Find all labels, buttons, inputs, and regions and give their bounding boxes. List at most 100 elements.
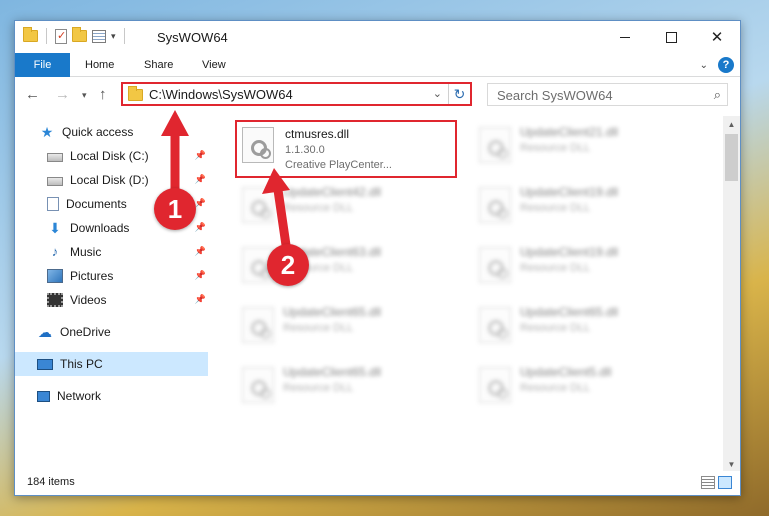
nav-item-local-disk-d[interactable]: Local Disk (D:) 📌 (47, 168, 208, 192)
toolbar-divider (46, 28, 47, 44)
navigation-pane: ★ Quick access Local Disk (C:) 📌 Local D… (15, 116, 215, 466)
tiles-view-icon[interactable] (718, 476, 732, 489)
scroll-up-arrow-icon[interactable]: ▲ (723, 116, 740, 133)
file-tile-highlighted[interactable]: ctmusres.dll 1.1.30.0 Creative PlayCente… (235, 120, 457, 178)
quick-access-toolbar: ▾ (23, 27, 128, 44)
vertical-scrollbar[interactable]: ▲ ▼ (723, 116, 740, 473)
step-1-badge: 1 (154, 188, 196, 230)
title-bar: ▾ SysWOW64 ✕ (15, 21, 740, 53)
folder-icon (23, 27, 38, 42)
nav-item-label: Quick access (62, 125, 134, 139)
expand-ribbon-chevron-icon[interactable]: ⌄ (700, 60, 708, 71)
nav-item-music[interactable]: ♪ Music 📌 (47, 240, 208, 264)
dll-file-icon (242, 187, 274, 223)
recent-locations-chevron-icon[interactable]: ▾ (82, 90, 87, 101)
tab-file[interactable]: File (15, 53, 70, 77)
pin-icon: 📌 (194, 174, 206, 184)
item-count: 184 items (27, 476, 75, 488)
forward-arrow-icon[interactable]: → (55, 86, 70, 103)
dll-file-icon (479, 247, 511, 283)
nav-item-label: This PC (60, 357, 103, 371)
file-name: UpdateClient65.dll (283, 365, 382, 379)
status-bar: 184 items (15, 471, 740, 495)
nav-item-network[interactable]: Network (37, 384, 208, 408)
search-box[interactable]: Search SysWOW64 ⌕ (487, 83, 728, 106)
pin-icon: 📌 (194, 270, 206, 280)
properties-icon[interactable] (55, 28, 67, 44)
nav-item-pictures[interactable]: Pictures 📌 (47, 264, 208, 288)
nav-item-quick-access[interactable]: ★ Quick access (39, 120, 208, 144)
file-type: Resource DLL (520, 142, 591, 154)
nav-item-label: OneDrive (60, 325, 111, 339)
dll-file-icon (242, 367, 274, 403)
file-name: UpdateClient65.dll (520, 305, 619, 319)
nav-item-onedrive[interactable]: ☁ OneDrive (37, 320, 208, 344)
folder-icon (128, 86, 143, 101)
music-icon: ♪ (51, 244, 59, 259)
disk-icon (47, 153, 63, 162)
tab-view[interactable]: View (202, 53, 226, 77)
step-2-badge: 2 (267, 244, 309, 286)
ribbon-right-controls: ⌄ ? (700, 57, 734, 73)
file-name: UpdateClient21.dll (520, 125, 619, 139)
customize-toolbar-chevron-icon[interactable]: ▾ (111, 31, 116, 42)
pin-icon: 📌 (194, 150, 206, 160)
nav-item-label: Downloads (70, 221, 130, 235)
file-tile[interactable]: UpdateClient65.dll Resource DLL (472, 300, 694, 358)
file-version: 1.1.30.0 (285, 144, 325, 156)
help-icon[interactable]: ? (718, 57, 734, 73)
file-name: UpdateClient19.dll (520, 185, 619, 199)
ribbon-tabs: File Home Share View ⌄ ? (15, 53, 740, 77)
minimize-button[interactable] (602, 21, 648, 53)
file-description: Creative PlayCenter... (285, 159, 392, 171)
file-tile[interactable]: UpdateClient21.dll Resource DLL (472, 120, 694, 178)
dll-file-icon (479, 367, 511, 403)
pin-icon: 📌 (194, 246, 206, 256)
search-input[interactable]: Search SysWOW64 (497, 88, 613, 103)
file-type: Resource DLL (520, 202, 591, 214)
nav-item-this-pc[interactable]: This PC (15, 352, 208, 376)
file-tile[interactable]: UpdateClient19.dll Resource DLL (472, 240, 694, 298)
videos-icon (47, 293, 63, 307)
address-path[interactable]: C:\Windows\SysWOW64 (149, 87, 293, 102)
file-name: UpdateClient5.dll (520, 365, 612, 379)
dll-file-icon (242, 127, 274, 163)
refresh-icon[interactable]: ↻ (448, 84, 470, 104)
toolbar-divider (123, 28, 125, 44)
nav-item-local-disk-c[interactable]: Local Disk (C:) 📌 (47, 144, 208, 168)
nav-item-label: Documents (66, 197, 127, 211)
file-type: Resource DLL (283, 382, 354, 394)
scrollbar-thumb[interactable] (725, 134, 738, 181)
nav-item-label: Pictures (70, 269, 114, 283)
explorer-window: ▾ SysWOW64 ✕ File Home Share View ⌄ ? ← … (14, 20, 741, 496)
documents-icon (47, 197, 59, 211)
search-icon[interactable]: ⌕ (714, 87, 721, 103)
tab-share[interactable]: Share (144, 53, 173, 77)
window-controls: ✕ (602, 21, 740, 53)
pc-icon (37, 359, 53, 370)
maximize-button[interactable] (648, 21, 694, 53)
view-options-icon[interactable] (92, 29, 106, 43)
new-folder-icon[interactable] (72, 27, 87, 42)
tab-home[interactable]: Home (85, 53, 114, 77)
file-name: UpdateClient19.dll (520, 245, 619, 259)
file-name: ctmusres.dll (285, 127, 350, 141)
file-type: Resource DLL (283, 322, 354, 334)
file-name: UpdateClient42.dll (283, 185, 382, 199)
address-bar[interactable]: C:\Windows\SysWOW64 ⌄ ↻ (121, 82, 472, 106)
close-button[interactable]: ✕ (694, 21, 740, 53)
file-type: Resource DLL (520, 262, 591, 274)
star-icon: ★ (40, 124, 54, 140)
file-tile[interactable]: UpdateClient65.dll Resource DLL (235, 300, 457, 358)
file-tile[interactable]: UpdateClient65.dll Resource DLL (235, 360, 457, 418)
window-title: SysWOW64 (157, 30, 228, 45)
address-history-chevron-icon[interactable]: ⌄ (433, 87, 442, 100)
file-tile[interactable]: UpdateClient42.dll Resource DLL (235, 180, 457, 238)
file-tile[interactable]: UpdateClient19.dll Resource DLL (472, 180, 694, 238)
details-view-icon[interactable] (701, 476, 715, 489)
network-icon (37, 390, 50, 402)
up-arrow-icon[interactable]: ↑ (99, 86, 107, 103)
file-tile[interactable]: UpdateClient5.dll Resource DLL (472, 360, 694, 418)
nav-item-videos[interactable]: Videos 📌 (47, 288, 208, 312)
back-arrow-icon[interactable]: ← (25, 86, 40, 103)
